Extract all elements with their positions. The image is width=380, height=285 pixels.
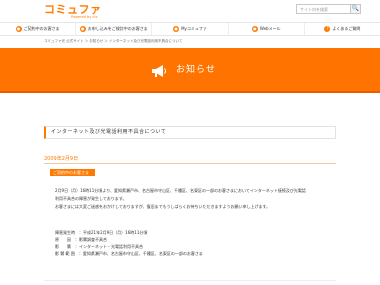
article-title: インターネット及び光電話利用不具合について	[44, 126, 336, 139]
divider	[44, 163, 336, 164]
body-paragraph: 利用不具合の障害が発生しております。	[55, 196, 127, 201]
user-icon: ●	[15, 26, 22, 32]
detail-line: 原 因 ：影響調査不具合	[55, 237, 107, 242]
nav-label: よくあるご質問	[332, 26, 361, 31]
member-icon: ●	[173, 26, 180, 32]
document-icon: ●	[79, 26, 86, 32]
nav-item-faq[interactable]: ? よくあるご質問	[305, 23, 380, 35]
megaphone-icon	[152, 65, 166, 77]
site-header: コミュファ Powered by ctc サイト内を検索 🔍	[0, 0, 380, 22]
nav-label: ご契約中のお客さま	[23, 26, 60, 31]
page-hero-banner: お知らせ	[0, 48, 380, 93]
global-nav: ● ご契約中のお客さま ● お申し込みをご検討中のお客さま ● Myコミュファ …	[0, 22, 380, 36]
body-paragraph: 2月9日（月）16時11分頃より、愛知県瀬戸市、名古屋市守山区、千種区、名東区の…	[55, 188, 306, 193]
detail-line: 影 響 範 囲 ：愛知県瀬戸市、名古屋市守山区、千種区、名東区の一部のお客さま	[55, 251, 203, 256]
search-input[interactable]: サイト内を検索	[296, 4, 351, 14]
detail-line: 影 響 ：インターネット・光電話利用不具合	[55, 244, 143, 249]
search-button[interactable]: 🔍	[351, 4, 361, 14]
mail-icon: ●	[251, 26, 258, 32]
nav-item-my-commufa[interactable]: ● Myコミュファ	[152, 23, 229, 35]
nav-label: Myコミュファ	[181, 26, 207, 31]
nav-label: お申し込みをご検討中のお客さま	[87, 26, 148, 31]
page-title: お知らせ	[176, 65, 216, 75]
divider	[44, 280, 336, 281]
breadcrumb[interactable]: コミュファ光 公式サイト ＞ お知らせ ＞ インターネット及び光電話利用不具合に…	[44, 39, 182, 44]
nav-item-current-customers[interactable]: ● ご契約中のお客さま	[0, 23, 77, 35]
question-icon: ?	[324, 26, 331, 32]
category-badge: ご契約中のお客さま	[50, 169, 95, 176]
article-date: 2009年2月9日	[44, 156, 79, 162]
nav-item-webmail[interactable]: ● Webメール	[229, 23, 305, 35]
body-paragraph: お客さまには大変ご迷惑をおかけしておりますが、復旧までもうしばらくお待ちいただき…	[55, 204, 271, 209]
nav-item-prospective-customers[interactable]: ● お申し込みをご検討中のお客さま	[76, 23, 153, 35]
incident-details: 障害発生時 ：平成21年2月9日（月）16時11分頃 原 因 ：影響調査不具合 …	[55, 229, 337, 257]
logo-subtitle: Powered by ctc	[71, 15, 98, 19]
article-body: 2月9日（月）16時11分頃より、愛知県瀬戸市、名古屋市守山区、千種区、名東区の…	[55, 187, 337, 211]
nav-label: Webメール	[259, 26, 281, 31]
detail-line: 障害発生時 ：平成21年2月9日（月）16時11分頃	[55, 230, 148, 235]
